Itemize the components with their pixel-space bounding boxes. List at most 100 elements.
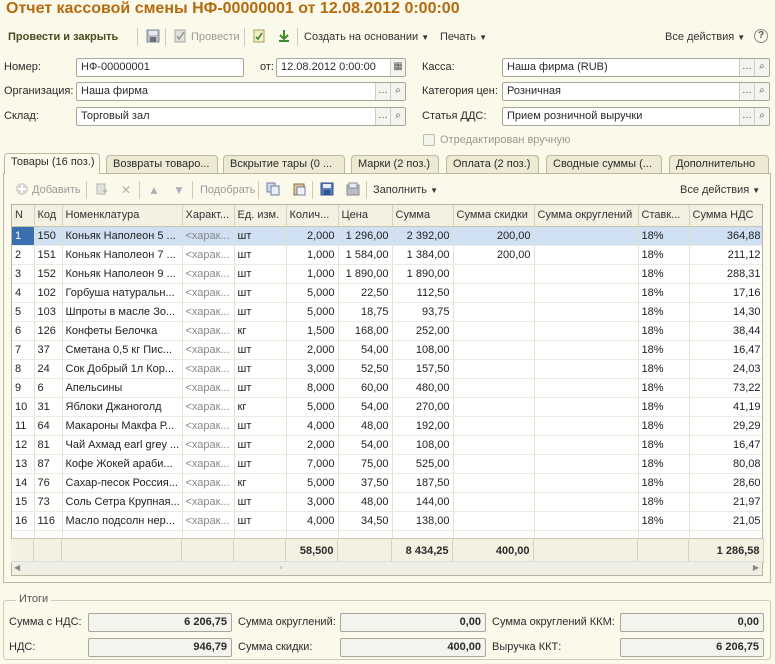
ellipsis-icon[interactable]: … bbox=[739, 83, 754, 100]
save-table-icon[interactable] bbox=[319, 182, 335, 198]
horizontal-scrollbar[interactable]: ◀ ▫ ▶ bbox=[12, 561, 762, 575]
table-cell: 126 bbox=[34, 321, 63, 341]
save-icon[interactable] bbox=[145, 29, 161, 45]
price-category-field[interactable]: Розничная … ⌕ bbox=[502, 82, 770, 101]
fill-menu[interactable]: Заполнить ▼ bbox=[373, 182, 438, 198]
tab-goods[interactable]: Товары (16 поз.) bbox=[4, 153, 100, 174]
post-and-close-button[interactable]: Провести и закрыть bbox=[8, 29, 118, 45]
goods-table[interactable]: N Код Номенклатура Характ... Ед. изм. Колич..… bbox=[11, 204, 763, 576]
search-icon[interactable]: ⌕ bbox=[390, 108, 405, 125]
table-cell: 12 bbox=[12, 435, 35, 455]
kassa-field[interactable]: Наша фирма (RUB) … ⌕ bbox=[502, 58, 770, 77]
table-cell bbox=[534, 454, 639, 474]
column-header[interactable]: Сумма скидки bbox=[453, 205, 535, 227]
search-icon[interactable]: ⌕ bbox=[754, 83, 769, 100]
column-header[interactable]: Ставк... bbox=[638, 205, 690, 227]
select-button[interactable]: Подобрать bbox=[200, 182, 255, 198]
table-row[interactable]: 5 103 Шпроты в масле Зо... <харак... шт 5,000… bbox=[12, 302, 762, 322]
table-row[interactable]: 12 81 Чай Ахмад earl grey ... <харак... шт 2,… bbox=[12, 435, 762, 455]
table-row[interactable]: 10 31 Яблоки Джаноголд <харак... кг 5,000 54,0… bbox=[12, 397, 762, 417]
load-table-icon[interactable] bbox=[345, 182, 361, 198]
edited-manually-checkbox[interactable] bbox=[423, 134, 435, 146]
table-row[interactable]: 15 73 Соль Сетра Крупная... <харак... шт 3,00… bbox=[12, 492, 762, 512]
table-cell: 22,50 bbox=[338, 283, 393, 303]
table-cell: <харак... bbox=[182, 435, 235, 455]
print-menu[interactable]: Печать ▼ bbox=[440, 29, 487, 45]
warehouse-field[interactable]: Торговый зал … ⌕ bbox=[76, 107, 406, 126]
table-row[interactable]: 11 64 Макароны Макфа Р... <харак... шт 4,000 4… bbox=[12, 416, 762, 436]
search-icon[interactable]: ⌕ bbox=[390, 83, 405, 100]
ellipsis-icon[interactable]: … bbox=[375, 83, 390, 100]
ellipsis-icon[interactable]: … bbox=[739, 59, 754, 76]
column-header[interactable]: Сумма НДС bbox=[689, 205, 762, 227]
kassa-value: Наша фирма (RUB) bbox=[507, 61, 608, 73]
dds-field[interactable]: Прием розничной выручки … ⌕ bbox=[502, 107, 770, 126]
table-row[interactable]: 6 126 Конфеты Белочка <харак... кг 1,500 168,0… bbox=[12, 321, 762, 341]
table-cell: 187,50 bbox=[392, 473, 454, 493]
download-icon[interactable] bbox=[276, 29, 292, 45]
paste-icon[interactable] bbox=[291, 182, 307, 198]
table-cell: 5,000 bbox=[286, 283, 339, 303]
table-row[interactable]: 8 24 Сок Добрый 1л Кор... <харак... шт 3,000 5… bbox=[12, 359, 762, 379]
tab-summary[interactable]: Сводные суммы (... bbox=[546, 155, 662, 173]
copy-row-icon[interactable] bbox=[94, 182, 110, 198]
table-row[interactable]: 16 116 Масло подсолн нер... <харак... шт 4,00… bbox=[12, 511, 762, 531]
ellipsis-icon[interactable]: … bbox=[375, 108, 390, 125]
ellipsis-icon[interactable]: … bbox=[739, 108, 754, 125]
add-icon[interactable] bbox=[14, 182, 30, 198]
move-down-icon[interactable]: ▼ bbox=[171, 182, 187, 198]
scroll-thumb[interactable]: ▫ bbox=[274, 563, 288, 573]
table-cell: 200,00 bbox=[453, 226, 535, 246]
table-row[interactable]: 7 37 Сметана 0,5 кг Пис... <харак... шт 2,000… bbox=[12, 340, 762, 360]
number-field[interactable]: НФ-00000001 bbox=[76, 58, 244, 77]
date-value: 12.08.2012 0:00:00 bbox=[281, 61, 376, 73]
table-row[interactable]: 3 152 Коньяк Наполеон 9 ... <харак... шт 1,00… bbox=[12, 264, 762, 284]
tab-tare-opening[interactable]: Вскрытие тары (0 ... bbox=[223, 155, 345, 173]
table-cell: кг bbox=[234, 321, 287, 341]
column-header[interactable]: N bbox=[12, 205, 35, 227]
column-header[interactable]: Сумма округлений bbox=[534, 205, 639, 227]
table-cell: 7 bbox=[12, 340, 35, 360]
tab-marks[interactable]: Марки (2 поз.) bbox=[351, 155, 439, 173]
table-row[interactable]: 1 150 Коньяк Наполеон 5 ... <харак... шт 2,00… bbox=[12, 226, 762, 246]
scroll-right-icon[interactable]: ▶ bbox=[753, 563, 759, 572]
table-cell: 364,88 bbox=[689, 226, 762, 246]
table-row[interactable]: 4 102 Горбуша натуральн... <харак... шт 5,000… bbox=[12, 283, 762, 303]
table-cell: 52,50 bbox=[338, 359, 393, 379]
search-icon[interactable]: ⌕ bbox=[754, 59, 769, 76]
move-up-icon[interactable]: ▲ bbox=[146, 182, 162, 198]
post-icon[interactable] bbox=[172, 29, 188, 45]
column-header[interactable]: Код bbox=[34, 205, 63, 227]
copy-icon[interactable] bbox=[265, 182, 281, 198]
date-field[interactable]: 12.08.2012 0:00:00 ▦ bbox=[276, 58, 406, 77]
calendar-icon[interactable]: ▦ bbox=[390, 59, 405, 76]
scroll-left-icon[interactable]: ◀ bbox=[14, 563, 20, 572]
table-all-actions-menu[interactable]: Все действия ▼ bbox=[680, 182, 760, 198]
create-based-on-menu[interactable]: Создать на основании ▼ bbox=[304, 29, 429, 45]
delete-icon[interactable]: ✕ bbox=[118, 182, 134, 198]
all-actions-menu[interactable]: Все действия ▼ bbox=[665, 29, 745, 45]
add-button[interactable]: Добавить bbox=[32, 182, 81, 198]
table-row[interactable]: 2 151 Коньяк Наполеон 7 ... <харак... шт 1,00… bbox=[12, 245, 762, 265]
column-header[interactable]: Колич... bbox=[286, 205, 339, 227]
tab-payment[interactable]: Оплата (2 поз.) bbox=[446, 155, 539, 173]
document-check-icon[interactable] bbox=[251, 29, 267, 45]
column-header[interactable]: Цена bbox=[338, 205, 393, 227]
tab-returns[interactable]: Возвраты товаро... bbox=[106, 155, 218, 173]
post-button[interactable]: Провести bbox=[191, 29, 240, 45]
table-cell: 5 bbox=[12, 302, 35, 322]
column-header[interactable]: Сумма bbox=[392, 205, 454, 227]
tab-additional[interactable]: Дополнительно bbox=[669, 155, 769, 173]
column-header[interactable]: Номенклатура bbox=[62, 205, 183, 227]
column-header[interactable]: Ед. изм. bbox=[234, 205, 287, 227]
table-row[interactable]: 13 87 Кофе Жокей араби... <харак... шт 7,000 7… bbox=[12, 454, 762, 474]
help-icon[interactable]: ? bbox=[754, 29, 768, 43]
table-row[interactable]: 9 6 Апельсины <харак... шт 8,000 60,00 480,00 18… bbox=[12, 378, 762, 398]
table-row[interactable]: 14 76 Сахар-песок Россия... <харак... кг 5,00… bbox=[12, 473, 762, 493]
organization-field[interactable]: Наша фирма … ⌕ bbox=[76, 82, 406, 101]
column-header[interactable]: Характ... bbox=[182, 205, 235, 227]
search-icon[interactable]: ⌕ bbox=[754, 108, 769, 125]
table-cell: кг bbox=[234, 473, 287, 493]
table-cell: 8,000 bbox=[286, 378, 339, 398]
create-based-on-label: Создать на основании bbox=[304, 31, 419, 43]
